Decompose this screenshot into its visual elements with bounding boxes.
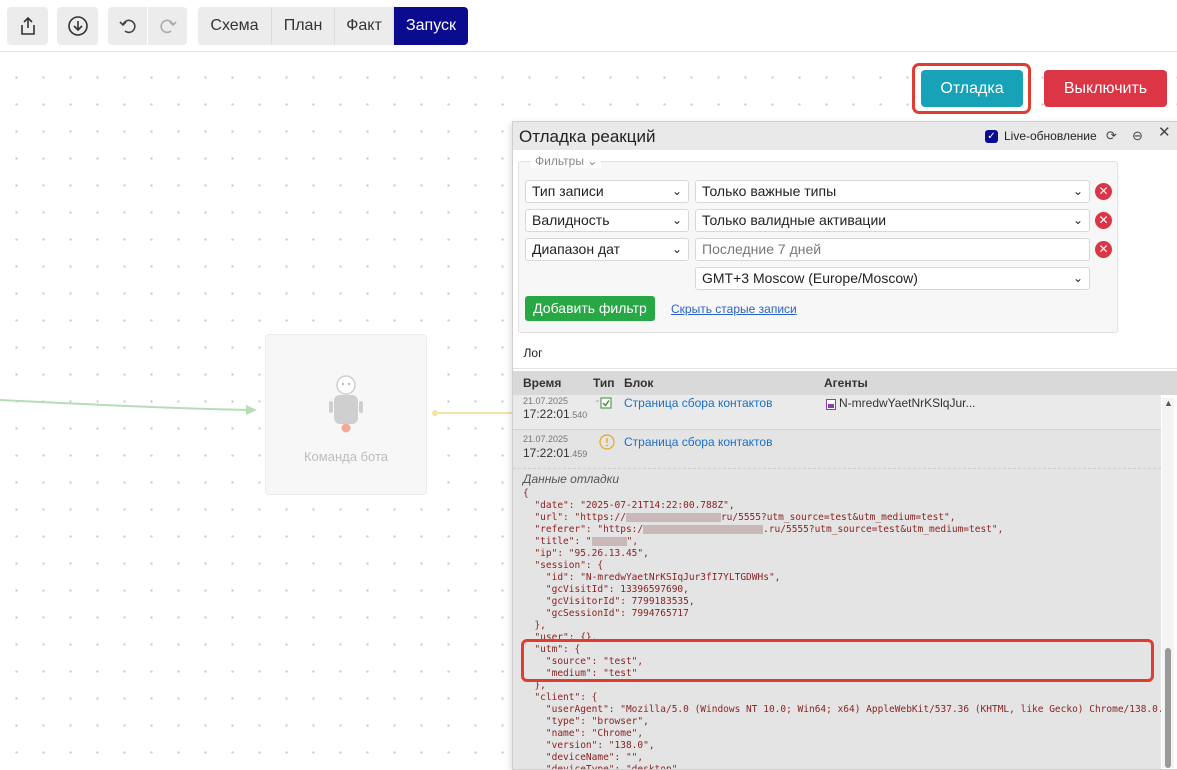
row-date: 21.07.2025 (523, 396, 569, 406)
select-value: Только важные типы (702, 183, 837, 199)
download-circle-icon (67, 16, 88, 36)
chevron-down-icon: ⌄ (671, 184, 682, 198)
select-value: Тип записи (532, 183, 604, 199)
log-rows: 21.07.2025 17:22:01.540 Страница сбора к… (513, 395, 1161, 769)
redo-icon (159, 19, 177, 34)
filters-legend-label: Фильтры (535, 154, 584, 168)
table-row[interactable]: 21.07.2025 17:22:01.459 Страница сбора к… (513, 430, 1161, 469)
filter-value-select[interactable]: Только важные типы ⌄ (695, 180, 1090, 203)
row-block-link[interactable]: Страница сбора контактов (624, 396, 772, 410)
connection-edge (0, 399, 257, 415)
live-update-checkbox[interactable]: ✓ (985, 130, 998, 143)
debug-data-label: Данные отладки (523, 472, 619, 486)
scroll-up-icon[interactable]: ▲ (1164, 398, 1173, 408)
undo-button[interactable] (108, 7, 147, 45)
table-row[interactable]: 21.07.2025 17:22:01.540 Страница сбора к… (513, 395, 1161, 430)
download-button[interactable] (57, 7, 98, 45)
turn-off-button[interactable]: Выключить (1044, 70, 1167, 107)
tab-divider (513, 368, 1177, 369)
date-range-input[interactable]: Последние 7 дней (695, 238, 1090, 261)
bot-command-node[interactable]: Команда бота (265, 334, 427, 495)
column-block: Блок (624, 376, 654, 390)
check-square-icon (596, 397, 612, 409)
undo-icon (118, 19, 136, 34)
live-update-label: Live-обновление (1004, 129, 1097, 143)
remove-filter-button[interactable]: ✕ (1095, 212, 1112, 229)
tab-fact[interactable]: Факт (335, 7, 394, 45)
scrollbar-thumb[interactable] (1165, 648, 1171, 768)
debug-button[interactable]: Отладка (921, 70, 1023, 107)
row-date: 21.07.2025 (523, 434, 569, 444)
tab-launch[interactable]: Запуск (394, 7, 468, 45)
row-time-value: 17:22:01 (523, 407, 570, 421)
timezone-select[interactable]: GMT+3 Moscow (Europe/Moscow) ⌄ (695, 267, 1090, 290)
log-scrollbar[interactable]: ▲ (1162, 398, 1174, 768)
chevron-down-icon: ⌄ (671, 242, 682, 256)
add-filter-button[interactable]: Добавить фильтр (525, 296, 655, 321)
log-table-header: Время Тип Блок Агенты (513, 371, 1177, 395)
node-label: Команда бота (303, 449, 388, 464)
tab-schema[interactable]: Схема (198, 7, 272, 45)
filter-field-select[interactable]: Тип записи ⌄ (525, 180, 689, 203)
agent-icon (826, 399, 836, 410)
chevron-down-icon: ⌄ (1072, 213, 1083, 227)
select-value: Диапазон дат (532, 241, 621, 257)
remove-filter-button[interactable]: ✕ (1095, 183, 1112, 200)
select-value: GMT+3 Moscow (Europe/Moscow) (702, 270, 918, 286)
chevron-down-icon: ⌄ (1072, 184, 1083, 198)
filter-value-select[interactable]: Только валидные активации ⌄ (695, 209, 1090, 232)
remove-filter-button[interactable]: ✕ (1095, 241, 1112, 258)
row-time: 17:22:01.459 (523, 446, 587, 460)
hide-old-records-link[interactable]: Скрыть старые записи (671, 302, 797, 316)
minimize-icon[interactable]: ⊖ (1132, 129, 1143, 143)
row-time-ms: .459 (569, 449, 588, 459)
chevron-down-icon: ⌄ (1072, 271, 1083, 285)
panel-header: Отладка реакций ✓ Live-обновление ⟳ ⊖ ✕ (513, 122, 1177, 150)
info-icon (599, 434, 615, 450)
filters-box: Фильтры ⌄ Тип записи ⌄ Только важные типы… (518, 154, 1118, 333)
filter-field-select[interactable]: Диапазон дат ⌄ (525, 238, 689, 261)
share-icon (20, 16, 35, 35)
row-time-ms: .540 (569, 410, 588, 420)
select-value: Только валидные активации (702, 212, 887, 228)
output-connector (432, 410, 515, 416)
column-time: Время (523, 376, 562, 390)
filters-legend[interactable]: Фильтры ⌄ (531, 154, 602, 168)
row-agent: N-mredwYaetNrKSlqJur... (839, 396, 976, 410)
debug-json: { "date": "2025-07-21T14:22:00.788Z", "u… (523, 488, 1161, 769)
tab-plan[interactable]: План (272, 7, 335, 45)
row-block-link[interactable]: Страница сбора контактов (624, 435, 772, 449)
share-button[interactable] (7, 7, 48, 45)
chevron-down-icon: ⌄ (587, 154, 598, 168)
select-value: Валидность (532, 212, 610, 228)
chevron-down-icon: ⌄ (671, 213, 682, 227)
redo-button[interactable] (148, 7, 187, 45)
row-time: 17:22:01.540 (523, 407, 587, 421)
column-type: Тип (593, 376, 615, 390)
utm-highlight (521, 639, 1154, 682)
toolbar: Схема План Факт Запуск (0, 0, 1177, 52)
panel-title: Отладка реакций (519, 127, 656, 146)
row-time-value: 17:22:01 (523, 446, 570, 460)
close-icon[interactable]: ✕ (1158, 125, 1171, 140)
robot-icon (329, 375, 363, 433)
column-agents: Агенты (824, 376, 868, 390)
mode-tabs: Схема План Факт Запуск (198, 7, 468, 45)
input-value: Последние 7 дней (702, 241, 822, 257)
refresh-icon[interactable]: ⟳ (1106, 129, 1117, 143)
filter-field-select[interactable]: Валидность ⌄ (525, 209, 689, 232)
